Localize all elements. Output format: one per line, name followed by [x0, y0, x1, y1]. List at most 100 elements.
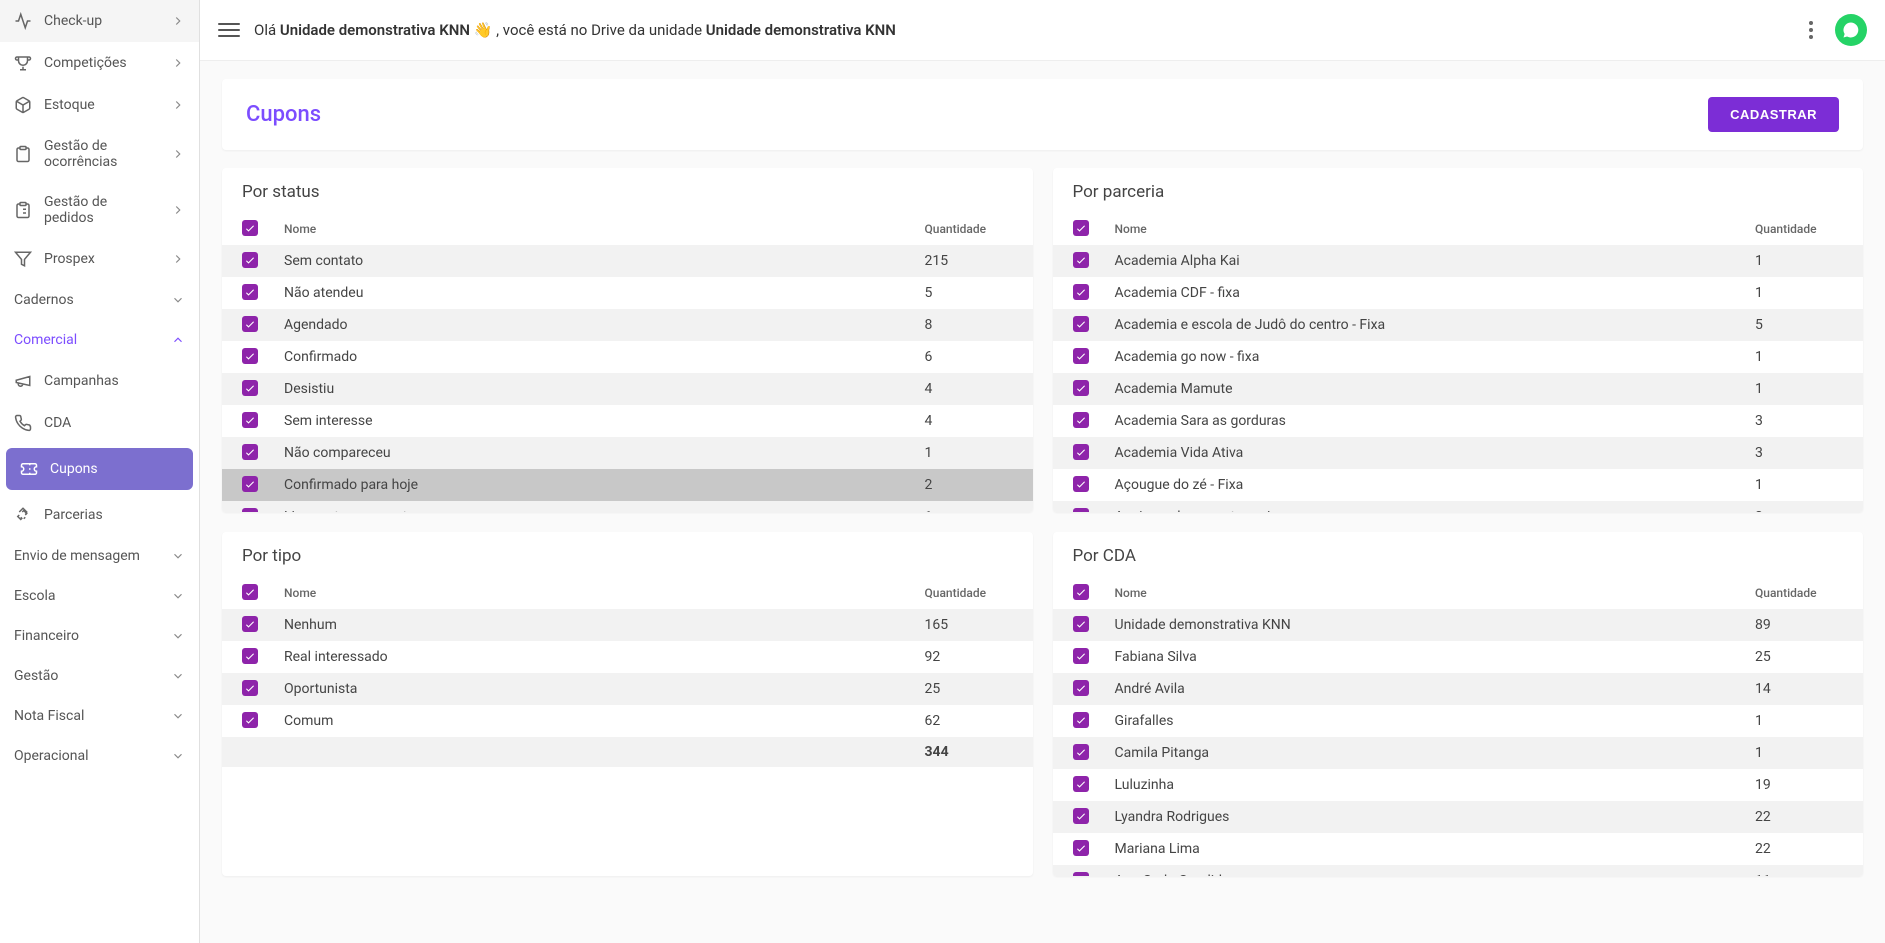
table-container-tipo[interactable]: Nome Quantidade Nenhum165Real interessad…: [222, 576, 1033, 767]
hamburger-menu-icon[interactable]: [218, 19, 240, 41]
table-container-parceria[interactable]: Nome Quantidade Academia Alpha Kai1Acade…: [1053, 212, 1864, 512]
sidebar-section-nota-fiscal[interactable]: Nota Fiscal: [0, 696, 199, 736]
table-row[interactable]: Confirmado para hoje2: [222, 469, 1033, 501]
sidebar-item-check-up[interactable]: Check-up: [0, 0, 199, 42]
row-checkbox[interactable]: [1073, 252, 1089, 268]
table-row[interactable]: Comum62: [222, 705, 1033, 737]
table-row[interactable]: Unidade demonstrativa KNN89: [1053, 609, 1864, 641]
card-por-cda: Por CDA Nome Quantidade Unidade demonstr…: [1053, 532, 1864, 876]
sidebar-section-gest-o[interactable]: Gestão: [0, 656, 199, 696]
row-checkbox[interactable]: [1073, 348, 1089, 364]
row-checkbox[interactable]: [1073, 872, 1089, 876]
row-checkbox[interactable]: [242, 316, 258, 332]
table-row[interactable]: Não atendeu5: [222, 277, 1033, 309]
row-checkbox[interactable]: [242, 508, 258, 512]
table-row[interactable]: Academia go now - fixa1: [1053, 341, 1864, 373]
row-checkbox[interactable]: [1073, 840, 1089, 856]
sidebar-item-prospex[interactable]: Prospex: [0, 238, 199, 280]
kebab-menu-icon[interactable]: [1801, 21, 1821, 39]
row-checkbox[interactable]: [1073, 616, 1089, 632]
row-checkbox[interactable]: [1073, 284, 1089, 300]
table-row[interactable]: Açougue do zé - Fixa1: [1053, 469, 1864, 501]
checkbox-header[interactable]: [242, 220, 258, 236]
row-checkbox[interactable]: [1073, 744, 1089, 760]
sidebar-section-comercial[interactable]: Comercial: [0, 320, 199, 360]
checkbox-header[interactable]: [1073, 584, 1089, 600]
table-row[interactable]: Camila Pitanga1: [1053, 737, 1864, 769]
megaphone-icon: [14, 372, 32, 390]
table-row[interactable]: André Avila14: [1053, 673, 1864, 705]
sidebar-item-estoque[interactable]: Estoque: [0, 84, 199, 126]
row-qty: 3: [1743, 437, 1863, 469]
row-checkbox[interactable]: [1073, 380, 1089, 396]
sidebar-section-financeiro[interactable]: Financeiro: [0, 616, 199, 656]
row-checkbox[interactable]: [1073, 808, 1089, 824]
table-row[interactable]: Agendado8: [222, 309, 1033, 341]
row-checkbox[interactable]: [1073, 476, 1089, 492]
sidebar-item-gest-o-de-pedidos[interactable]: Gestão de pedidos: [0, 182, 199, 238]
sidebar-section-label: Envio de mensagem: [14, 548, 140, 564]
checkbox-header[interactable]: [242, 584, 258, 600]
table-row[interactable]: Sem interesse4: [222, 405, 1033, 437]
row-checkbox[interactable]: [1073, 712, 1089, 728]
row-checkbox[interactable]: [242, 712, 258, 728]
row-checkbox[interactable]: [242, 380, 258, 396]
sidebar-item-parcerias[interactable]: Parcerias: [0, 494, 199, 536]
table-row[interactable]: Desistiu4: [222, 373, 1033, 405]
checkbox-header[interactable]: [1073, 220, 1089, 236]
row-checkbox[interactable]: [242, 284, 258, 300]
row-checkbox[interactable]: [1073, 316, 1089, 332]
table-row[interactable]: Mariana Lima22: [1053, 833, 1864, 865]
table-row[interactable]: Confirmado6: [222, 341, 1033, 373]
row-checkbox[interactable]: [242, 616, 258, 632]
sidebar-item-campanhas[interactable]: Campanhas: [0, 360, 199, 402]
table-row[interactable]: Fabiana Silva25: [1053, 641, 1864, 673]
sidebar-item-gest-o-de-ocorr-ncias[interactable]: Gestão de ocorrências: [0, 126, 199, 182]
row-checkbox[interactable]: [242, 252, 258, 268]
table-row[interactable]: Sem contato215: [222, 245, 1033, 277]
table-row[interactable]: Ana Carla Candido11: [1053, 865, 1864, 876]
table-container-status[interactable]: Nome Quantidade Sem contato215Não atende…: [222, 212, 1033, 512]
table-row[interactable]: Ligar outro momento1: [222, 501, 1033, 512]
sidebar-section-envio-de-mensagem[interactable]: Envio de mensagem: [0, 536, 199, 576]
row-checkbox[interactable]: [1073, 776, 1089, 792]
table-row[interactable]: Luluzinha19: [1053, 769, 1864, 801]
sidebar-section-cadernos[interactable]: Cadernos: [0, 280, 199, 320]
greeting-unit: Unidade demonstrativa KNN: [280, 21, 470, 39]
table-row[interactable]: Academia CDF - fixa1: [1053, 277, 1864, 309]
table-row[interactable]: Girafalles1: [1053, 705, 1864, 737]
row-checkbox[interactable]: [242, 444, 258, 460]
sidebar-section-operacional[interactable]: Operacional: [0, 736, 199, 776]
sidebar-item-competi-es[interactable]: Competições: [0, 42, 199, 84]
table-row[interactable]: Academia Mamute1: [1053, 373, 1864, 405]
whatsapp-icon[interactable]: [1835, 14, 1867, 46]
row-checkbox[interactable]: [1073, 508, 1089, 512]
table-cda: Nome Quantidade Unidade demonstrativa KN…: [1053, 576, 1864, 876]
table-row[interactable]: Academia Vida Ativa3: [1053, 437, 1864, 469]
table-row[interactable]: Academia Sara as gorduras3: [1053, 405, 1864, 437]
table-row[interactable]: Lyandra Rodrigues22: [1053, 801, 1864, 833]
row-checkbox[interactable]: [1073, 648, 1089, 664]
sidebar-item-cda[interactable]: CDA: [0, 402, 199, 444]
row-checkbox[interactable]: [242, 680, 258, 696]
row-name: Sem interesse: [272, 405, 913, 437]
chevron-down-icon: [171, 749, 185, 763]
table-row[interactable]: Nenhum165: [222, 609, 1033, 641]
row-checkbox[interactable]: [1073, 680, 1089, 696]
table-container-cda[interactable]: Nome Quantidade Unidade demonstrativa KN…: [1053, 576, 1864, 876]
table-row[interactable]: Academia e escola de Judô do centro - Fi…: [1053, 309, 1864, 341]
table-row[interactable]: Real interessado92: [222, 641, 1033, 673]
row-checkbox[interactable]: [242, 648, 258, 664]
table-row[interactable]: Academia Alpha Kai1: [1053, 245, 1864, 277]
sidebar-item-cupons[interactable]: Cupons: [6, 448, 193, 490]
row-checkbox[interactable]: [242, 412, 258, 428]
row-checkbox[interactable]: [242, 476, 258, 492]
row-checkbox[interactable]: [242, 348, 258, 364]
row-checkbox[interactable]: [1073, 412, 1089, 428]
table-row[interactable]: Oportunista25: [222, 673, 1033, 705]
table-row[interactable]: Não compareceu1: [222, 437, 1033, 469]
cadastrar-button[interactable]: CADASTRAR: [1708, 97, 1839, 132]
row-checkbox[interactable]: [1073, 444, 1089, 460]
sidebar-section-escola[interactable]: Escola: [0, 576, 199, 616]
table-row[interactable]: Apaixonados por streaming2: [1053, 501, 1864, 512]
